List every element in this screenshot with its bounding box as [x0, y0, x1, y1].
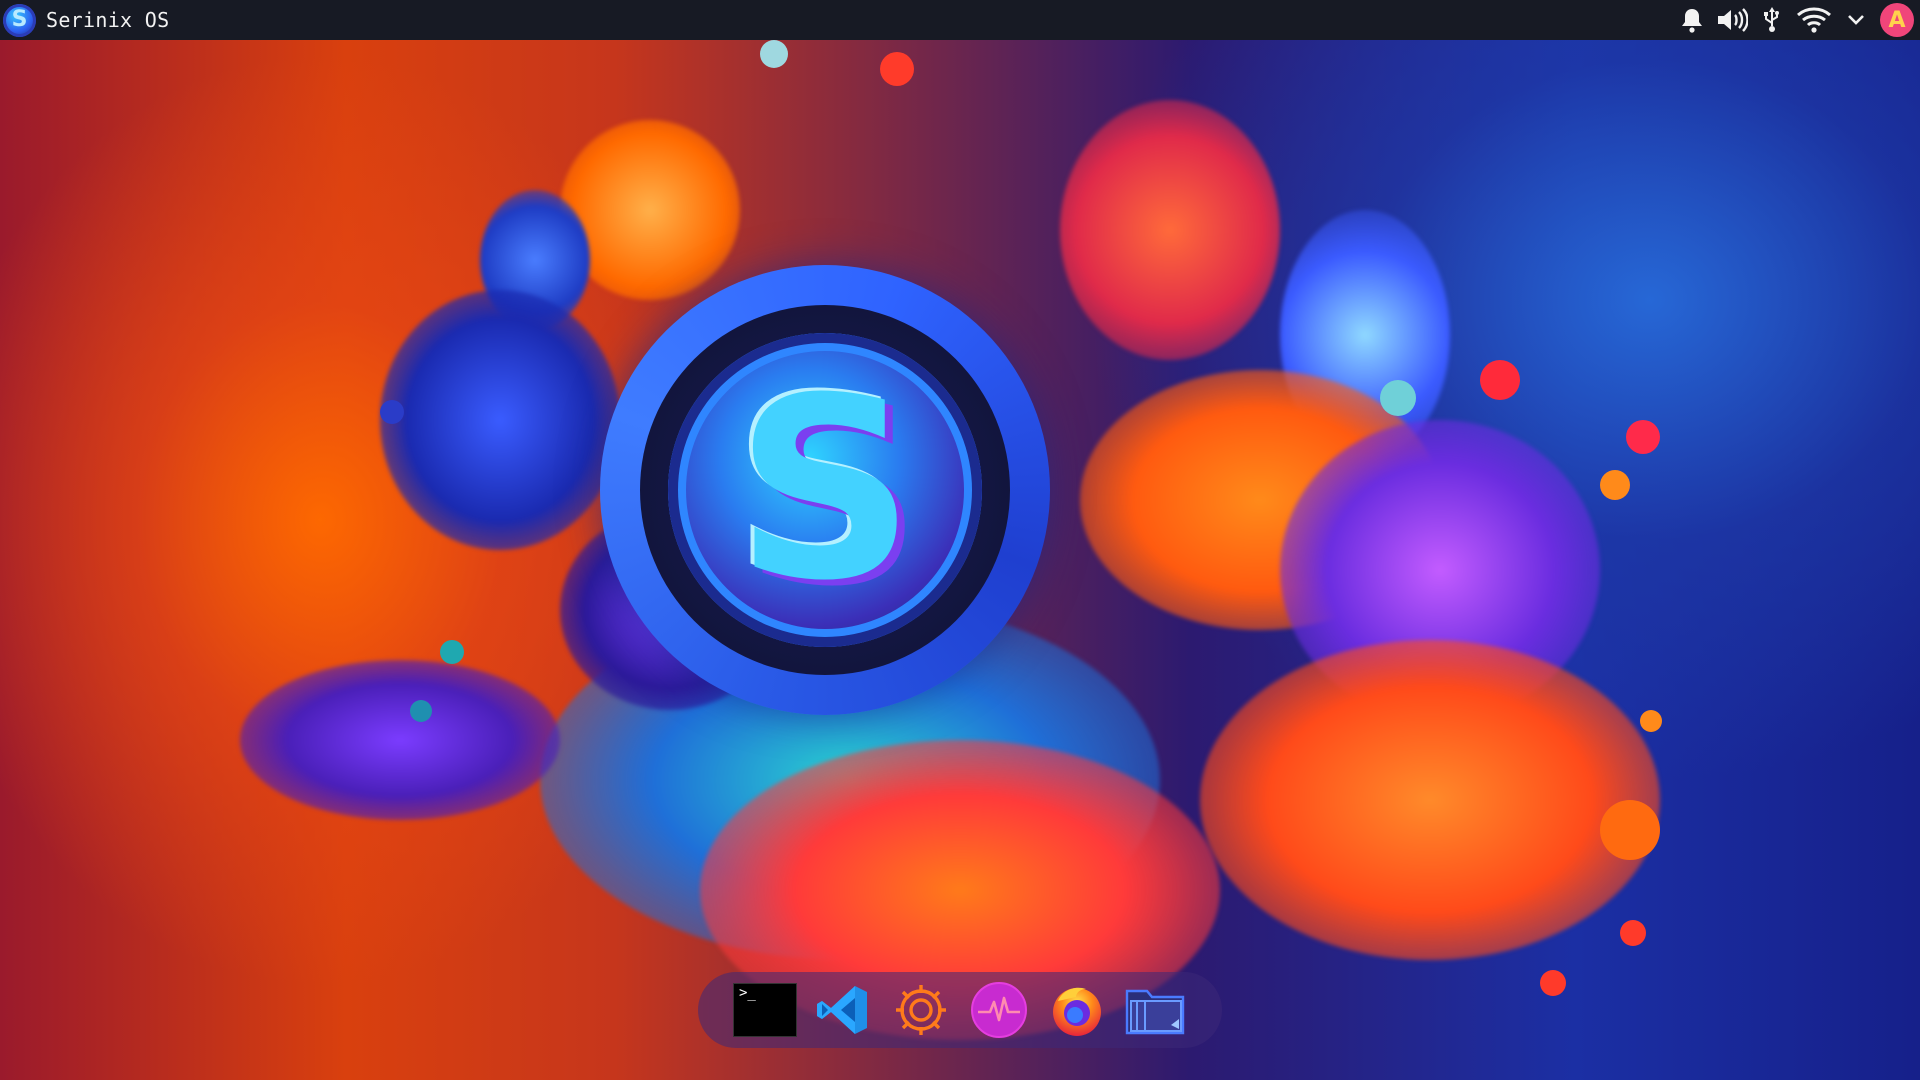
usb-icon[interactable]: [1752, 0, 1792, 40]
dock-file-manager[interactable]: [1123, 978, 1187, 1042]
avatar[interactable]: A: [1880, 3, 1914, 37]
wifi-icon[interactable]: [1792, 0, 1836, 40]
wallpaper-droplet: [440, 640, 464, 664]
wallpaper-droplet: [760, 40, 788, 68]
center-logo-icon: S: [668, 333, 982, 647]
wallpaper-droplet: [880, 52, 914, 86]
wallpaper-splash: [1060, 100, 1280, 360]
center-logo-letter: S: [734, 344, 916, 635]
folder-icon: [1125, 989, 1185, 1035]
firefox-icon: [1053, 987, 1101, 1036]
top-bar-left: S Serinix OS: [0, 0, 169, 40]
wallpaper-splash: [1200, 640, 1660, 960]
os-name-label: Serinix OS: [46, 8, 170, 32]
dock-settings[interactable]: [889, 978, 953, 1042]
wallpaper-droplet: [410, 700, 432, 722]
top-bar: S Serinix OS A: [0, 0, 1920, 40]
pulse-icon: [971, 982, 1027, 1038]
avatar-letter: A: [1888, 7, 1906, 33]
volume-icon[interactable]: [1712, 0, 1752, 40]
dock: >_: [698, 972, 1222, 1048]
gear-icon: [896, 985, 946, 1035]
terminal-icon: >_: [733, 983, 797, 1037]
dock-system-monitor[interactable]: [967, 978, 1031, 1042]
terminal-glyph: >_: [739, 985, 756, 1001]
bell-icon[interactable]: [1672, 0, 1712, 40]
chevron-down-icon[interactable]: [1836, 0, 1876, 40]
os-logo-letter: S: [11, 7, 28, 32]
wallpaper-droplet: [1640, 710, 1662, 732]
dock-vscode[interactable]: [811, 978, 875, 1042]
os-logo-icon[interactable]: S: [3, 3, 36, 37]
dock-firefox[interactable]: [1045, 978, 1109, 1042]
wallpaper-droplet: [1600, 470, 1630, 500]
wallpaper-droplet: [1480, 360, 1520, 400]
dock-terminal[interactable]: >_: [733, 978, 797, 1042]
desktop-wallpaper: S: [0, 40, 1920, 1080]
wallpaper-droplet: [1620, 920, 1646, 946]
wallpaper-droplet: [1540, 970, 1566, 996]
vscode-icon: [817, 986, 867, 1034]
wallpaper-droplet: [380, 400, 404, 424]
wallpaper-droplet: [1626, 420, 1660, 454]
wallpaper-droplet: [1380, 380, 1416, 416]
wallpaper-splash: [240, 660, 560, 820]
wallpaper-splash: [380, 290, 620, 550]
system-tray: A: [1672, 0, 1920, 40]
wallpaper-droplet: [1600, 800, 1660, 860]
